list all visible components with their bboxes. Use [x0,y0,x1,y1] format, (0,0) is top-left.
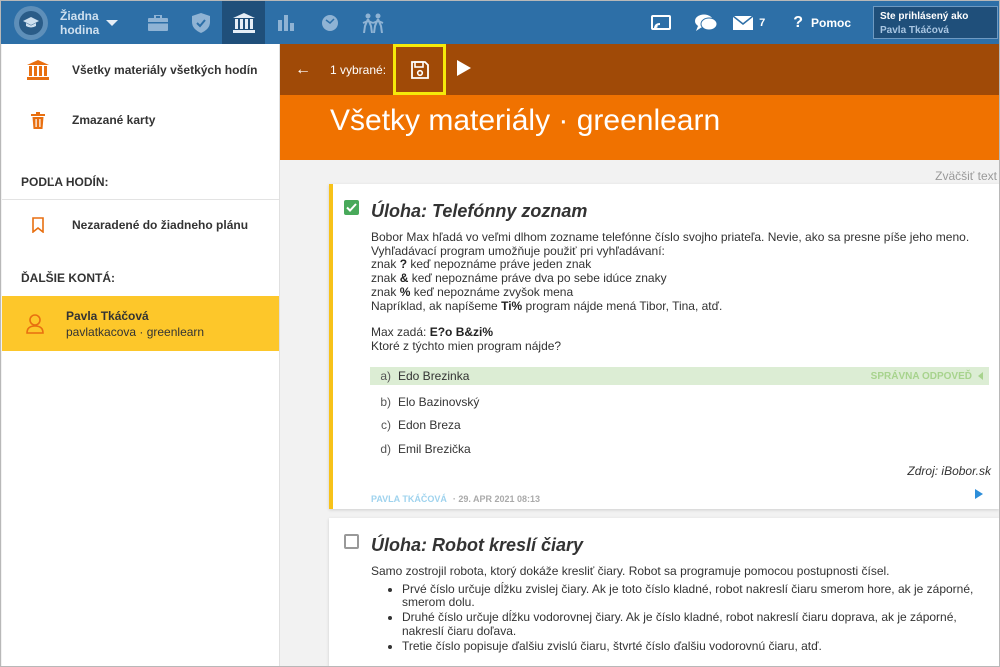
sidebar-item-all-materials[interactable]: Všetky materiály všetkých hodín [2,45,279,95]
option-letter: b) [380,394,391,409]
account-name: Pavla Tkáčová [66,308,149,323]
hour-line2: hodina [60,22,100,37]
correct-answer-tag: SPRÁVNA ODPOVEĎ [871,371,983,382]
sidebar-item-label: Všetky materiály všetkých hodín [72,63,258,77]
option-text: Edo Brezinka [398,369,470,383]
message-count: 7 [759,16,766,29]
card-title: Úloha: Robot kreslí čiary [371,535,584,555]
answer-options: a) Edo Brezinka SPRÁVNA ODPOVEĎ b) Elo B… [370,367,989,461]
option-d[interactable]: d) Emil Brezička [370,437,989,461]
sidebar: Všetky materiály všetkých hodín Zmazané … [2,44,280,666]
children-icon[interactable] [351,1,394,44]
option-text: Emil Brezička [398,441,471,456]
sidebar-item-label: Nezaradené do žiadneho plánu [72,218,249,232]
sidebar-item-label: Zmazané karty [72,113,156,127]
card-body: Bobor Max hľadá vo veľmi dlhom zozname t… [371,230,991,354]
query-line: Max zadá: E?o B&zi% [371,325,494,340]
option-c[interactable]: c) Edon Breza [370,414,989,438]
bullet-list: Prvé číslo určuje dĺžku zvislej čiary. A… [402,582,991,654]
sidebar-account[interactable]: Pavla Tkáčová pavlatkacova · greenlearn [2,296,279,351]
chevron-down-icon [106,19,119,26]
chat-icon[interactable] [695,14,718,32]
cast-icon[interactable] [651,14,672,31]
bank-icon[interactable] [222,1,266,44]
rule-line: znak % keď nepoznáme zvyšok mena [371,284,574,299]
selected-count: 1 vybrané: [330,62,387,77]
list-item: Tretie číslo popisuje ďalšiu zvislú čiar… [402,639,991,654]
question-icon: ? [793,13,803,31]
checkbox-unchecked[interactable] [344,534,359,549]
paragraph: Vyhľadávací program umožňuje použiť pri … [371,243,665,258]
bank-icon [26,60,50,80]
help-label: Pomoc [810,15,851,30]
card-footer: PAVLA TKÁČOVÁ · 29. APR 2021 08:13 [371,494,540,504]
briefcase-icon[interactable] [136,1,179,44]
section-accounts: ĎALŠIE KONTÁ: [21,271,115,285]
signed-in-label: Ste prihlásený ako [880,11,969,22]
rule-line: znak & keď nepoznáme práve dva po sebe i… [371,271,667,286]
option-letter: a) [380,369,391,383]
envelope-icon [733,15,754,30]
paragraph: Samo zostrojil robota, ktorý dokáže kres… [371,564,890,578]
sidebar-item-deleted[interactable]: Zmazané karty [2,95,279,145]
option-letter: d) [380,441,391,456]
option-text: Edon Breza [398,418,461,433]
bookmark-icon [26,217,50,233]
example-line: Napríklad, ak napíšeme Ti% program nájde… [371,298,723,313]
tomato-icon[interactable] [308,1,351,44]
triangle-left-icon [978,372,983,380]
play-icon[interactable] [975,489,983,499]
top-bar: Žiadna hodina 7 ? Pomoc Ste prihlásený a… [1,1,999,44]
list-item: Prvé číslo určuje dĺžku zvislej čiary. A… [402,582,991,610]
help-button[interactable]: ? Pomoc [793,14,851,32]
action-bar: ← 1 vybrané: [280,44,999,95]
bar-chart-icon[interactable] [265,1,308,44]
user-box[interactable]: Ste prihlásený ako Pavla Tkáčová [873,6,998,39]
option-letter: c) [381,418,391,433]
user-icon [26,313,44,334]
task-card[interactable]: Úloha: Telefónny zoznam Bobor Max hľadá … [329,184,999,509]
author-link[interactable]: PAVLA TKÁČOVÁ [371,494,447,504]
card-date: · 29. APR 2021 08:13 [452,494,541,504]
save-button[interactable] [393,44,446,95]
option-text: Elo Bazinovský [398,394,480,409]
hour-selector[interactable]: Žiadna hodina [60,8,119,37]
paragraph: Bobor Max hľadá vo veľmi dlhom zozname t… [371,230,970,244]
option-a[interactable]: a) Edo Brezinka SPRÁVNA ODPOVEĎ [370,367,989,385]
account-sub: pavlatkacova · greenlearn [66,324,205,339]
back-arrow-icon[interactable]: ← [295,61,319,79]
app-frame: Žiadna hodina 7 ? Pomoc Ste prihlásený a… [0,0,1000,667]
shield-check-icon[interactable] [179,1,222,44]
logo[interactable] [14,5,48,40]
task-card[interactable]: Úloha: Robot kreslí čiary Samo zostrojil… [329,518,999,666]
card-title: Úloha: Telefónny zoznam [371,201,588,221]
list-item: Druhé číslo určuje dĺžku vodorovnej čiar… [402,610,991,638]
card-body: Samo zostrojil robota, ktorý dokáže kres… [371,564,991,654]
option-b[interactable]: b) Elo Bazinovský [370,390,989,414]
section-by-hour: PODĽA HODÍN: [2,164,279,200]
hour-line1: Žiadna [60,8,99,23]
question: Ktoré z týchto mien program nájde? [371,338,562,353]
page-title: Všetky materiály · greenlearn [330,104,721,137]
messages-button[interactable]: 7 [733,15,766,30]
checkbox-checked[interactable] [344,200,359,215]
graduation-cap-icon [19,10,43,35]
title-bar: Všetky materiály · greenlearn [280,95,999,160]
source-note: Zdroj: iBobor.sk [907,464,991,478]
signed-in-user: Pavla Tkáčová [880,25,949,36]
floppy-disk-icon [410,60,429,79]
zoom-text-link[interactable]: Zväčšiť text [935,169,997,183]
top-right-area: 7 ? Pomoc Ste prihlásený ako Pavla Tkáčo… [651,1,999,44]
sidebar-item-unassigned[interactable]: Nezaradené do žiadneho plánu [2,200,279,250]
rule-line: znak ? keď nepoznáme práve jeden znak [371,257,592,272]
play-icon[interactable] [457,60,471,76]
trash-icon [26,111,50,129]
